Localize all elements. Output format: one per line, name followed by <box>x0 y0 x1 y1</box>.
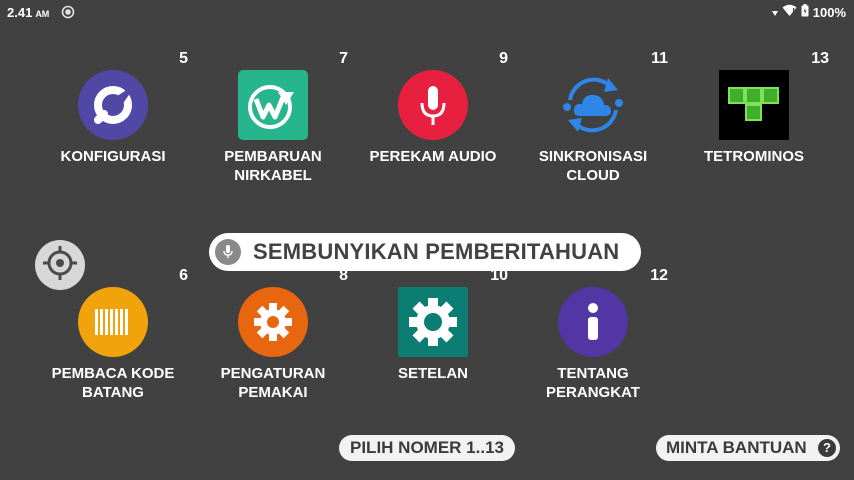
app-number: 13 <box>811 50 829 67</box>
app-pembaruan-nirkabel[interactable]: 7 PEMBARUAN NIRKABEL <box>198 50 348 200</box>
status-time: 2.41 AM <box>7 5 50 20</box>
microphone-icon <box>215 239 241 265</box>
barcode-icon <box>78 287 148 357</box>
microphone-icon <box>398 70 468 140</box>
app-label: PEREKAM AUDIO <box>369 148 497 165</box>
app-label: KONFIGURASI <box>60 148 166 165</box>
app-number: 11 <box>651 50 668 67</box>
cloud-sync-icon <box>558 70 628 140</box>
ask-help-button[interactable]: MINTA BANTUAN ? <box>656 435 840 461</box>
info-icon <box>558 287 628 357</box>
app-number: 6 <box>179 267 188 284</box>
app-label: SETELAN <box>397 365 468 382</box>
question-icon: ? <box>818 439 836 457</box>
app-number: 9 <box>499 50 508 67</box>
choose-number-label: PILIH NOMER 1..13 <box>350 438 504 457</box>
app-pengaturan-pemakai[interactable]: 8 PENGATURAN PEMAKAI <box>198 267 348 417</box>
svg-text:!: ! <box>792 7 795 15</box>
app-tentang-perangkat[interactable]: 12 TENTANG PERANGKAT <box>518 267 668 417</box>
app-tetrominos[interactable]: 13 TETROMINOS <box>679 50 829 200</box>
crosshair-icon <box>42 245 78 286</box>
choose-number-button[interactable]: PILIH NOMER 1..13 <box>339 435 515 461</box>
gear-icon <box>238 287 308 357</box>
wrench-icon <box>78 70 148 140</box>
status-bar: 2.41 AM ! 100% <box>0 0 854 24</box>
hide-notifications-banner[interactable]: SEMBUNYIKAN PEMBERITAHUAN <box>209 233 641 271</box>
signal-icon <box>771 5 778 20</box>
battery-percent: 100% <box>812 4 846 20</box>
app-number: 12 <box>650 267 668 284</box>
app-number: 5 <box>179 50 188 67</box>
wifi-icon: ! <box>782 4 797 20</box>
wireless-update-icon <box>238 70 308 140</box>
app-label: PEMBARUAN NIRKABEL <box>224 148 322 184</box>
crosshair-button[interactable] <box>35 240 85 290</box>
tetromino-icon <box>719 70 789 140</box>
app-sinkronisasi-cloud[interactable]: 11 SINKRONISASI CLOUD <box>518 50 668 200</box>
settings-icon <box>398 287 468 357</box>
app-number: 7 <box>339 50 348 67</box>
app-konfigurasi[interactable]: 5 KONFIGURASI <box>38 50 189 200</box>
app-label: PEMBACA KODE BATANG <box>51 365 175 401</box>
app-label: TETROMINOS <box>704 148 804 165</box>
app-perekam-audio[interactable]: 9 PEREKAM AUDIO <box>358 50 508 200</box>
app-label: PENGATURAN PEMAKAI <box>220 365 326 401</box>
sync-icon <box>61 5 75 24</box>
app-label: TENTANG PERANGKAT <box>546 365 640 401</box>
app-label: SINKRONISASI CLOUD <box>538 148 648 184</box>
ask-help-label: MINTA BANTUAN <box>666 438 807 457</box>
battery-icon <box>801 4 809 20</box>
hide-notifications-label: SEMBUNYIKAN PEMBERITAHUAN <box>253 239 620 264</box>
app-setelan[interactable]: 10 SETELAN <box>358 267 508 417</box>
